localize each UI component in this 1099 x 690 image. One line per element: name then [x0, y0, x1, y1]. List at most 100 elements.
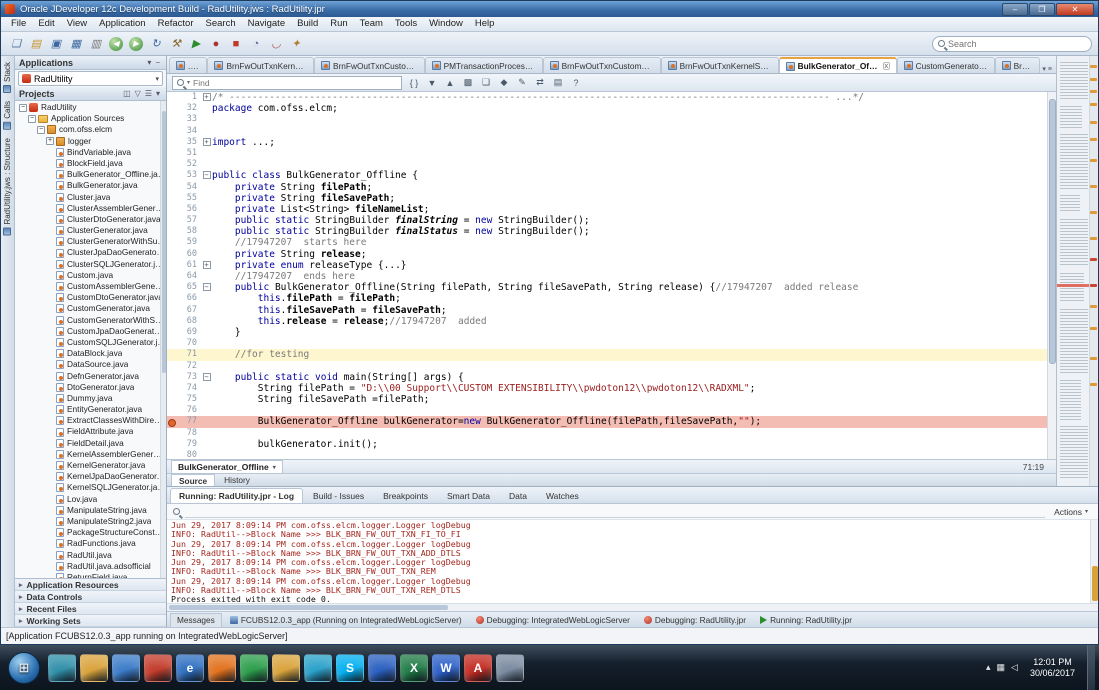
tree-scrollbar[interactable]: [160, 101, 166, 578]
code-line[interactable]: 53−public class BulkGenerator_Offline {: [167, 170, 1047, 181]
menu-item-team[interactable]: Team: [354, 17, 389, 31]
tree-item[interactable]: RadFunctions.java: [15, 538, 166, 549]
show-desktop-button[interactable]: [1087, 645, 1095, 690]
log-horizontal-thumb[interactable]: [169, 605, 448, 610]
taskbar-app-tool-icon[interactable]: [240, 654, 268, 682]
volume-icon[interactable]: ◁: [1011, 662, 1018, 673]
close-tab-icon[interactable]: x: [883, 62, 890, 70]
code-template-icon[interactable]: { }: [406, 75, 422, 90]
taskbar-app-ide-icon[interactable]: [368, 654, 396, 682]
breakpoint-margin[interactable]: [167, 338, 175, 349]
expand-toggle-icon[interactable]: [46, 171, 54, 179]
fold-toggle-icon[interactable]: −: [201, 372, 212, 383]
find-input[interactable]: [193, 78, 397, 88]
breakpoint-margin[interactable]: [167, 271, 175, 282]
code-line[interactable]: 58 public static StringBuilder finalStat…: [167, 226, 1047, 237]
log-window-tab[interactable]: Debugging: RadUtility.jpr: [638, 613, 752, 627]
menu-item-run[interactable]: Run: [324, 17, 353, 31]
find-next-icon[interactable]: ▼: [424, 75, 440, 90]
fold-toggle-icon[interactable]: [201, 327, 212, 338]
dock-tab-stack[interactable]: Stack: [3, 62, 12, 93]
tree-item[interactable]: CustomGenerator.java: [15, 303, 166, 314]
fold-toggle-icon[interactable]: [201, 361, 212, 372]
tree-item[interactable]: ManipulateString2.java: [15, 516, 166, 527]
expand-toggle-icon[interactable]: [46, 327, 54, 335]
back-icon[interactable]: ◀: [107, 35, 125, 53]
code-line[interactable]: 71 //for testing: [167, 349, 1047, 360]
fold-toggle-icon[interactable]: [201, 126, 212, 137]
expand-toggle-icon[interactable]: [46, 316, 54, 324]
expand-toggle-icon[interactable]: −: [19, 104, 27, 112]
run-icon[interactable]: ▶: [187, 35, 205, 53]
tree-item[interactable]: DefnGenerator.java: [15, 371, 166, 382]
log-output[interactable]: Jun 29, 2017 8:09:14 PM com.ofss.elcm.lo…: [167, 520, 1098, 603]
fold-toggle-icon[interactable]: −: [201, 282, 212, 293]
menu-item-search[interactable]: Search: [200, 17, 242, 31]
expand-toggle-icon[interactable]: [46, 305, 54, 313]
code-line[interactable]: 75 String fileSavePath =filePath;: [167, 394, 1047, 405]
panel-menu-icon[interactable]: ▾: [154, 89, 162, 98]
menu-item-refactor[interactable]: Refactor: [152, 17, 200, 31]
tree-item[interactable]: +logger: [15, 136, 166, 147]
annotation-mark[interactable]: [1090, 357, 1097, 360]
editor-tab[interactable]: BrnFwOutTxnKernel.javax: [207, 57, 314, 73]
annotation-mark[interactable]: [1090, 90, 1097, 93]
log-scrollbar[interactable]: [1090, 520, 1098, 603]
breakpoint-margin[interactable]: [167, 193, 175, 204]
code-line[interactable]: 51: [167, 148, 1047, 159]
breakpoint-margin[interactable]: [167, 237, 175, 248]
editor-tab[interactable]: BrnFwOutTxnCustomSys.javax: [543, 57, 661, 73]
fold-toggle-icon[interactable]: [201, 439, 212, 450]
tree-item[interactable]: RadUtil.java.adsofficial: [15, 561, 166, 572]
code-line[interactable]: 65− public BulkGenerator_Offline(String …: [167, 282, 1047, 293]
code-line[interactable]: 34: [167, 126, 1047, 137]
refresh-icon[interactable]: ↻: [147, 35, 165, 53]
annotation-mark[interactable]: [1090, 78, 1097, 81]
title-bar[interactable]: Oracle JDeveloper 12c Development Build …: [1, 1, 1098, 17]
fold-toggle-icon[interactable]: [201, 204, 212, 215]
tree-item[interactable]: ManipulateString.java: [15, 505, 166, 516]
accordion-recent-files[interactable]: Recent Files: [15, 603, 166, 615]
tree-item[interactable]: EntityGenerator.java: [15, 404, 166, 415]
code-overview-minimap[interactable]: [1056, 56, 1098, 486]
breakpoint-margin[interactable]: [167, 126, 175, 137]
close-button[interactable]: ✕: [1056, 3, 1094, 16]
log-tab[interactable]: Smart Data: [438, 488, 499, 503]
expand-toggle-icon[interactable]: [46, 551, 54, 559]
annotation-mark[interactable]: [1090, 103, 1097, 106]
log-window-tab[interactable]: FCUBS12.0.3_app (Running on IntegratedWe…: [224, 613, 468, 627]
fold-toggle-icon[interactable]: [201, 293, 212, 304]
tree-item[interactable]: BlockField.java: [15, 158, 166, 169]
breakpoint-margin[interactable]: [167, 405, 175, 416]
code-line[interactable]: 78: [167, 428, 1047, 439]
sort-icon[interactable]: ☰: [143, 89, 154, 98]
tab-overflow-menu[interactable]: ▾≡: [1040, 65, 1054, 73]
breakpoint-margin[interactable]: [167, 103, 175, 114]
expand-toggle-icon[interactable]: [46, 361, 54, 369]
tree-item[interactable]: CustomSQLJGenerator.java: [15, 337, 166, 348]
expand-toggle-icon[interactable]: [46, 484, 54, 492]
fold-toggle-icon[interactable]: [201, 249, 212, 260]
breakpoint-margin[interactable]: [167, 428, 175, 439]
fold-toggle-icon[interactable]: [201, 428, 212, 439]
fold-toggle-icon[interactable]: [201, 237, 212, 248]
log-scrollbar-thumb[interactable]: [1092, 566, 1098, 601]
tree-item[interactable]: ClusterDtoGenerator.java: [15, 214, 166, 225]
tree-item[interactable]: FieldAttribute.java: [15, 426, 166, 437]
fold-toggle-icon[interactable]: +: [201, 92, 212, 103]
breakpoint-margin[interactable]: [167, 361, 175, 372]
breakpoint-margin[interactable]: [167, 383, 175, 394]
editor-scrollbar[interactable]: [1047, 92, 1056, 459]
forward-icon[interactable]: ▶: [127, 35, 145, 53]
expand-toggle-icon[interactable]: [46, 160, 54, 168]
tree-item[interactable]: Custom.java: [15, 270, 166, 281]
tree-scrollbar-thumb[interactable]: [162, 111, 166, 373]
fold-toggle-icon[interactable]: [201, 394, 212, 405]
expand-toggle-icon[interactable]: [46, 350, 54, 358]
expand-toggle-icon[interactable]: [46, 283, 54, 291]
taskbar-app-folder-icon[interactable]: [272, 654, 300, 682]
tree-item[interactable]: Dummy.java: [15, 393, 166, 404]
tree-item[interactable]: DataSource.java: [15, 359, 166, 370]
fold-toggle-icon[interactable]: [201, 226, 212, 237]
stop-icon[interactable]: ■: [227, 35, 245, 53]
